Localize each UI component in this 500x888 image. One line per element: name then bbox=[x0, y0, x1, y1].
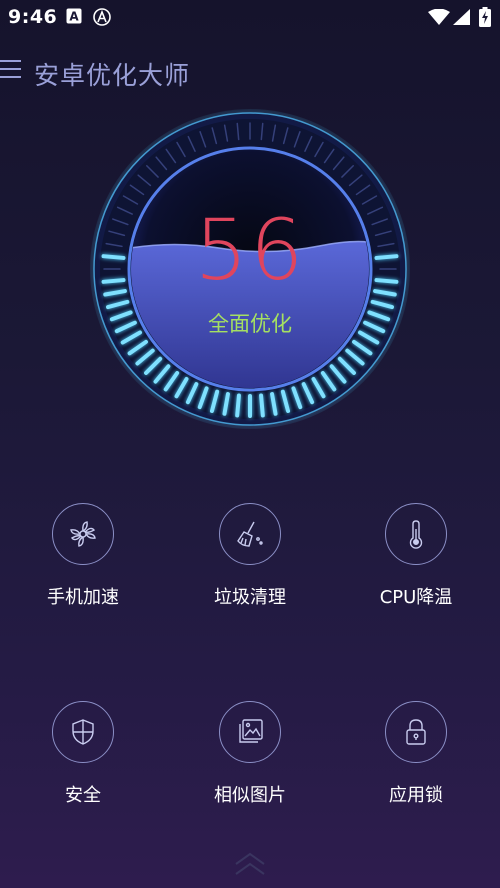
expand-up-chevron-icon[interactable] bbox=[232, 850, 268, 880]
full-optimize-button[interactable]: 全面优化 bbox=[0, 308, 500, 338]
phone-boost-circle bbox=[52, 503, 114, 565]
similar-photos-label: 相似图片 bbox=[214, 785, 286, 806]
accessibility-notification-icon bbox=[93, 8, 111, 30]
cpu-cooling-circle bbox=[385, 503, 447, 565]
phone-boost-tile[interactable]: 手机加速 bbox=[0, 503, 166, 633]
padlock-icon bbox=[406, 719, 426, 745]
fan-icon bbox=[70, 521, 96, 547]
status-time: 9:46 bbox=[8, 6, 58, 28]
wifi-icon bbox=[428, 8, 450, 29]
shield-icon bbox=[72, 719, 94, 745]
cpu-cooling-tile[interactable]: CPU降温 bbox=[333, 503, 499, 633]
hamburger-menu-icon[interactable] bbox=[0, 58, 22, 82]
gauge-tick-lit bbox=[235, 393, 241, 418]
status-bar: 9:46 A bbox=[0, 0, 500, 34]
junk-clean-tile[interactable]: 垃圾清理 bbox=[167, 503, 333, 633]
cpu-cooling-label: CPU降温 bbox=[379, 587, 453, 608]
battery-charging-icon bbox=[479, 7, 491, 31]
gauge-tick-lit bbox=[259, 393, 265, 418]
broom-icon bbox=[237, 521, 263, 547]
security-label: 安全 bbox=[65, 785, 101, 806]
font-app-notification-icon: A bbox=[66, 8, 82, 28]
similar-photos-circle bbox=[219, 701, 281, 763]
similar-photos-tile[interactable]: 相似图片 bbox=[167, 701, 333, 831]
phone-boost-label: 手机加速 bbox=[47, 587, 119, 608]
app-bar: 安卓优化大师 bbox=[0, 42, 500, 98]
photo-stack-icon bbox=[239, 719, 263, 743]
app-title: 安卓优化大师 bbox=[34, 61, 191, 90]
app-lock-circle bbox=[385, 701, 447, 763]
optimization-score: 56 bbox=[194, 201, 306, 299]
junk-clean-label: 垃圾清理 bbox=[214, 587, 286, 608]
junk-clean-circle bbox=[219, 503, 281, 565]
thermometer-icon bbox=[409, 520, 423, 549]
security-circle bbox=[52, 701, 114, 763]
app-lock-label: 应用锁 bbox=[389, 785, 443, 806]
security-tile[interactable]: 安全 bbox=[0, 701, 166, 831]
app-lock-tile[interactable]: 应用锁 bbox=[333, 701, 499, 831]
cellular-signal-icon bbox=[453, 9, 470, 29]
svg-text:A: A bbox=[69, 10, 79, 24]
